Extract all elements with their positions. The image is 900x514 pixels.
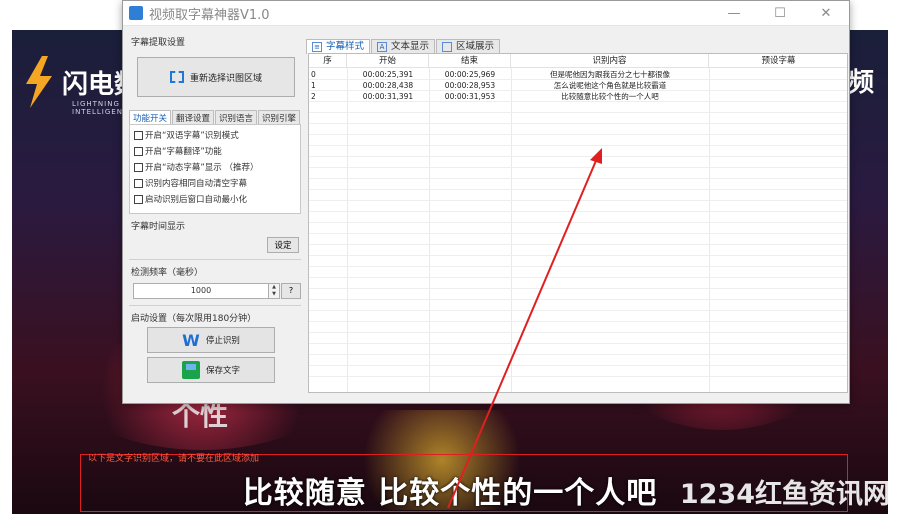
annotation-arrow bbox=[447, 148, 602, 509]
